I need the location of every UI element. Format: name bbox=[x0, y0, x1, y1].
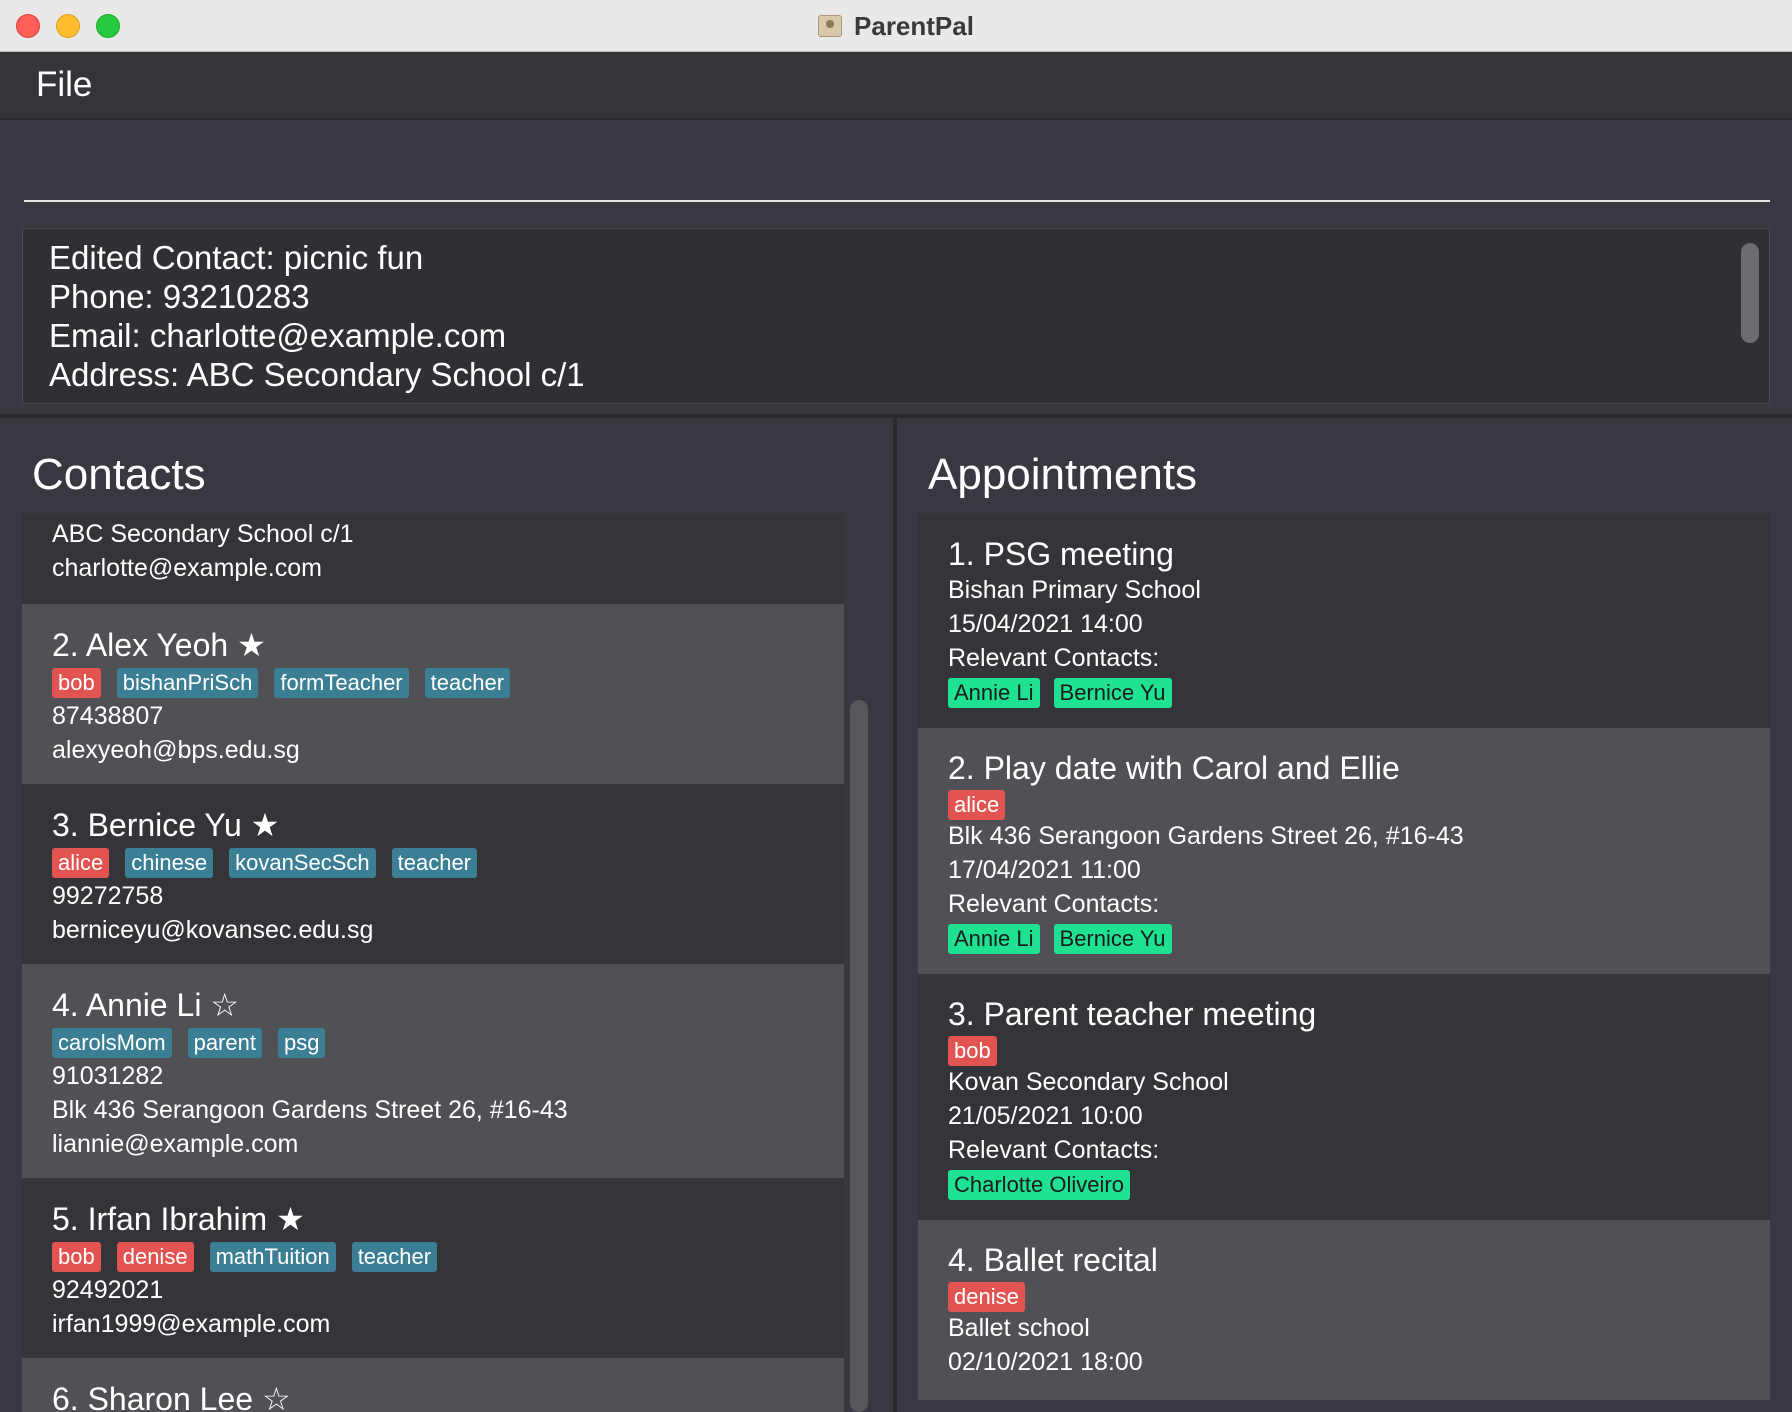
appointment-tags: bob bbox=[948, 1036, 997, 1066]
appointment-datetime: 02/10/2021 18:00 bbox=[948, 1348, 1143, 1376]
relevant-contacts: Annie Li Bernice Yu bbox=[948, 924, 1172, 954]
result-display[interactable]: Edited Contact: picnic fun Phone: 932102… bbox=[22, 228, 1770, 404]
result-scrollbar[interactable] bbox=[1741, 243, 1759, 343]
contact-email: berniceyu@kovansec.edu.sg bbox=[52, 916, 374, 944]
tag: teacher bbox=[351, 1242, 438, 1272]
contacts-title: Contacts bbox=[32, 450, 206, 499]
tag: carolsMom bbox=[52, 1028, 172, 1058]
contact-address: ABC Secondary School c/1 bbox=[52, 520, 354, 548]
contact-tag: Charlotte Oliveiro bbox=[948, 1170, 1130, 1200]
contact-name: 4. Annie Li ☆ bbox=[52, 987, 240, 1023]
contact-address: Blk 436 Serangoon Gardens Street 26, #16… bbox=[52, 1096, 568, 1124]
app-icon bbox=[818, 15, 843, 37]
relevant-contacts-label: Relevant Contacts: bbox=[948, 890, 1160, 918]
contact-phone: 91031282 bbox=[52, 1062, 164, 1090]
appointment-card[interactable]: 1. PSG meeting Bishan Primary School 15/… bbox=[918, 514, 1770, 728]
contact-tag: Bernice Yu bbox=[1053, 678, 1172, 708]
contact-card[interactable]: 6. Sharon Lee ☆ bbox=[22, 1358, 844, 1412]
contact-tags: bob bishanPriSch formTeacher teacher bbox=[52, 668, 511, 698]
contact-tag: Annie Li bbox=[948, 924, 1040, 954]
contacts-scrollbar[interactable] bbox=[850, 700, 868, 1412]
tag: bishanPriSch bbox=[116, 668, 259, 698]
tag: bob bbox=[948, 1036, 997, 1066]
command-input[interactable] bbox=[24, 130, 1770, 202]
appointments-list[interactable]: 1. PSG meeting Bishan Primary School 15/… bbox=[918, 514, 1770, 1412]
contact-card[interactable]: 3. Bernice Yu ★ alice chinese kovanSecSc… bbox=[22, 784, 844, 964]
tag: chinese bbox=[125, 848, 214, 878]
appointment-location: Blk 436 Serangoon Gardens Street 26, #16… bbox=[948, 822, 1464, 850]
appointment-card[interactable]: 3. Parent teacher meeting bob Kovan Seco… bbox=[918, 974, 1770, 1220]
contact-tag: Bernice Yu bbox=[1053, 924, 1172, 954]
relevant-contacts-label: Relevant Contacts: bbox=[948, 1136, 1160, 1164]
contact-tags: carolsMom parent psg bbox=[52, 1028, 326, 1058]
menu-bar: File bbox=[0, 52, 1792, 120]
contact-name: 2. Alex Yeoh ★ bbox=[52, 627, 266, 663]
tag: teacher bbox=[424, 668, 511, 698]
appointment-tags: denise bbox=[948, 1282, 1025, 1312]
relevant-contacts: Charlotte Oliveiro bbox=[948, 1170, 1130, 1200]
contact-email: liannie@example.com bbox=[52, 1130, 299, 1158]
contact-tags: bob denise mathTuition teacher bbox=[52, 1242, 438, 1272]
command-box bbox=[0, 120, 1792, 216]
contact-email: charlotte@example.com bbox=[52, 554, 322, 582]
contact-card[interactable]: ABC Secondary School c/1 charlotte@examp… bbox=[22, 514, 844, 604]
tag: psg bbox=[277, 1028, 326, 1058]
result-line: Email: charlotte@example.com bbox=[49, 317, 507, 354]
result-line: Edited Contact: picnic fun bbox=[49, 239, 424, 276]
contact-email: alexyeoh@bps.edu.sg bbox=[52, 736, 300, 764]
appointment-title: 1. PSG meeting bbox=[948, 536, 1174, 572]
appointment-title: 2. Play date with Carol and Ellie bbox=[948, 750, 1400, 786]
contact-phone: 92492021 bbox=[52, 1276, 164, 1304]
panel-divider bbox=[893, 418, 897, 1412]
contacts-list[interactable]: ABC Secondary School c/1 charlotte@examp… bbox=[22, 514, 844, 1412]
relevant-contacts-label: Relevant Contacts: bbox=[948, 644, 1160, 672]
appointment-title: 3. Parent teacher meeting bbox=[948, 996, 1317, 1032]
contact-tags: alice chinese kovanSecSch teacher bbox=[52, 848, 478, 878]
appointment-tags: alice bbox=[948, 790, 1006, 820]
contact-name: 5. Irfan Ibrahim ★ bbox=[52, 1201, 305, 1237]
result-line: Phone: 93210283 bbox=[49, 278, 310, 315]
contact-card[interactable]: 2. Alex Yeoh ★ bob bishanPriSch formTeac… bbox=[22, 604, 844, 784]
appointment-location: Bishan Primary School bbox=[948, 576, 1201, 604]
tag: denise bbox=[116, 1242, 194, 1272]
tag: teacher bbox=[391, 848, 478, 878]
appointment-card[interactable]: 2. Play date with Carol and Ellie alice … bbox=[918, 728, 1770, 974]
appointment-location: Ballet school bbox=[948, 1314, 1090, 1342]
appointment-location: Kovan Secondary School bbox=[948, 1068, 1229, 1096]
window-title-text: ParentPal bbox=[854, 10, 974, 41]
tag: kovanSecSch bbox=[229, 848, 376, 878]
appointment-card[interactable]: 4. Ballet recital denise Ballet school 0… bbox=[918, 1220, 1770, 1400]
tag: alice bbox=[52, 848, 110, 878]
title-bar: ParentPal bbox=[0, 0, 1792, 52]
appointment-title: 4. Ballet recital bbox=[948, 1242, 1158, 1278]
tag: mathTuition bbox=[209, 1242, 336, 1272]
appointment-datetime: 21/05/2021 10:00 bbox=[948, 1102, 1143, 1130]
contact-phone: 87438807 bbox=[52, 702, 164, 730]
contact-name: 3. Bernice Yu ★ bbox=[52, 807, 280, 843]
contact-card[interactable]: 4. Annie Li ☆ carolsMom parent psg 91031… bbox=[22, 964, 844, 1178]
appointment-datetime: 15/04/2021 14:00 bbox=[948, 610, 1143, 638]
tag: alice bbox=[948, 790, 1006, 820]
relevant-contacts: Annie Li Bernice Yu bbox=[948, 678, 1172, 708]
contact-card[interactable]: 5. Irfan Ibrahim ★ bob denise mathTuitio… bbox=[22, 1178, 844, 1358]
contact-phone: 99272758 bbox=[52, 882, 164, 910]
contact-tag: Annie Li bbox=[948, 678, 1040, 708]
tag: denise bbox=[948, 1282, 1025, 1312]
appointment-datetime: 17/04/2021 11:00 bbox=[948, 856, 1141, 884]
contact-name: 6. Sharon Lee ☆ bbox=[52, 1381, 291, 1412]
tag: bob bbox=[52, 668, 101, 698]
window-title: ParentPal bbox=[0, 0, 1792, 52]
appointments-title: Appointments bbox=[928, 450, 1198, 499]
result-line: Address: ABC Secondary School c/1 bbox=[49, 356, 585, 393]
tag: formTeacher bbox=[274, 668, 409, 698]
tag: bob bbox=[52, 1242, 101, 1272]
menu-file[interactable]: File bbox=[36, 65, 92, 105]
contact-email: irfan1999@example.com bbox=[52, 1310, 331, 1338]
tag: parent bbox=[187, 1028, 262, 1058]
